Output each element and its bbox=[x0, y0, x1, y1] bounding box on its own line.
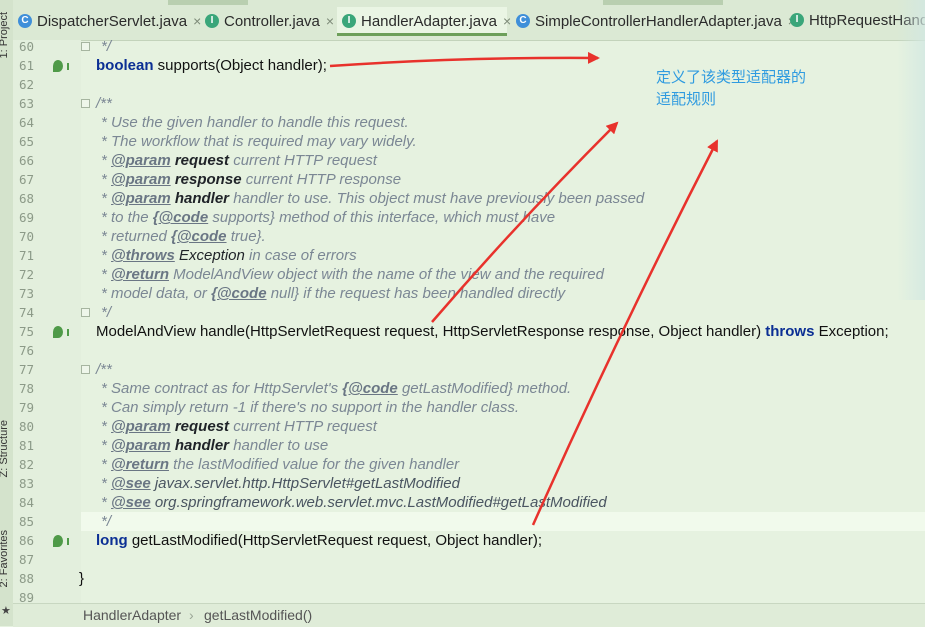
breadcrumb-item-interface[interactable]: HandlerAdapter bbox=[83, 604, 181, 627]
arrow-to-getlastmodified bbox=[531, 139, 719, 526]
arrow-to-handle bbox=[431, 121, 619, 323]
arrow-to-supports bbox=[329, 51, 600, 68]
breadcrumb-item-method[interactable]: getLastModified() bbox=[204, 604, 312, 627]
annotation-note: 定义了该类型适配器的 适配规则 bbox=[656, 66, 806, 110]
annotation-line: 定义了该类型适配器的 bbox=[656, 68, 807, 86]
annotation-line: 适配规则 bbox=[656, 90, 717, 108]
breadcrumb-separator: › bbox=[189, 607, 194, 623]
breadcrumb: HandlerAdapter › getLastModified() bbox=[13, 603, 925, 627]
